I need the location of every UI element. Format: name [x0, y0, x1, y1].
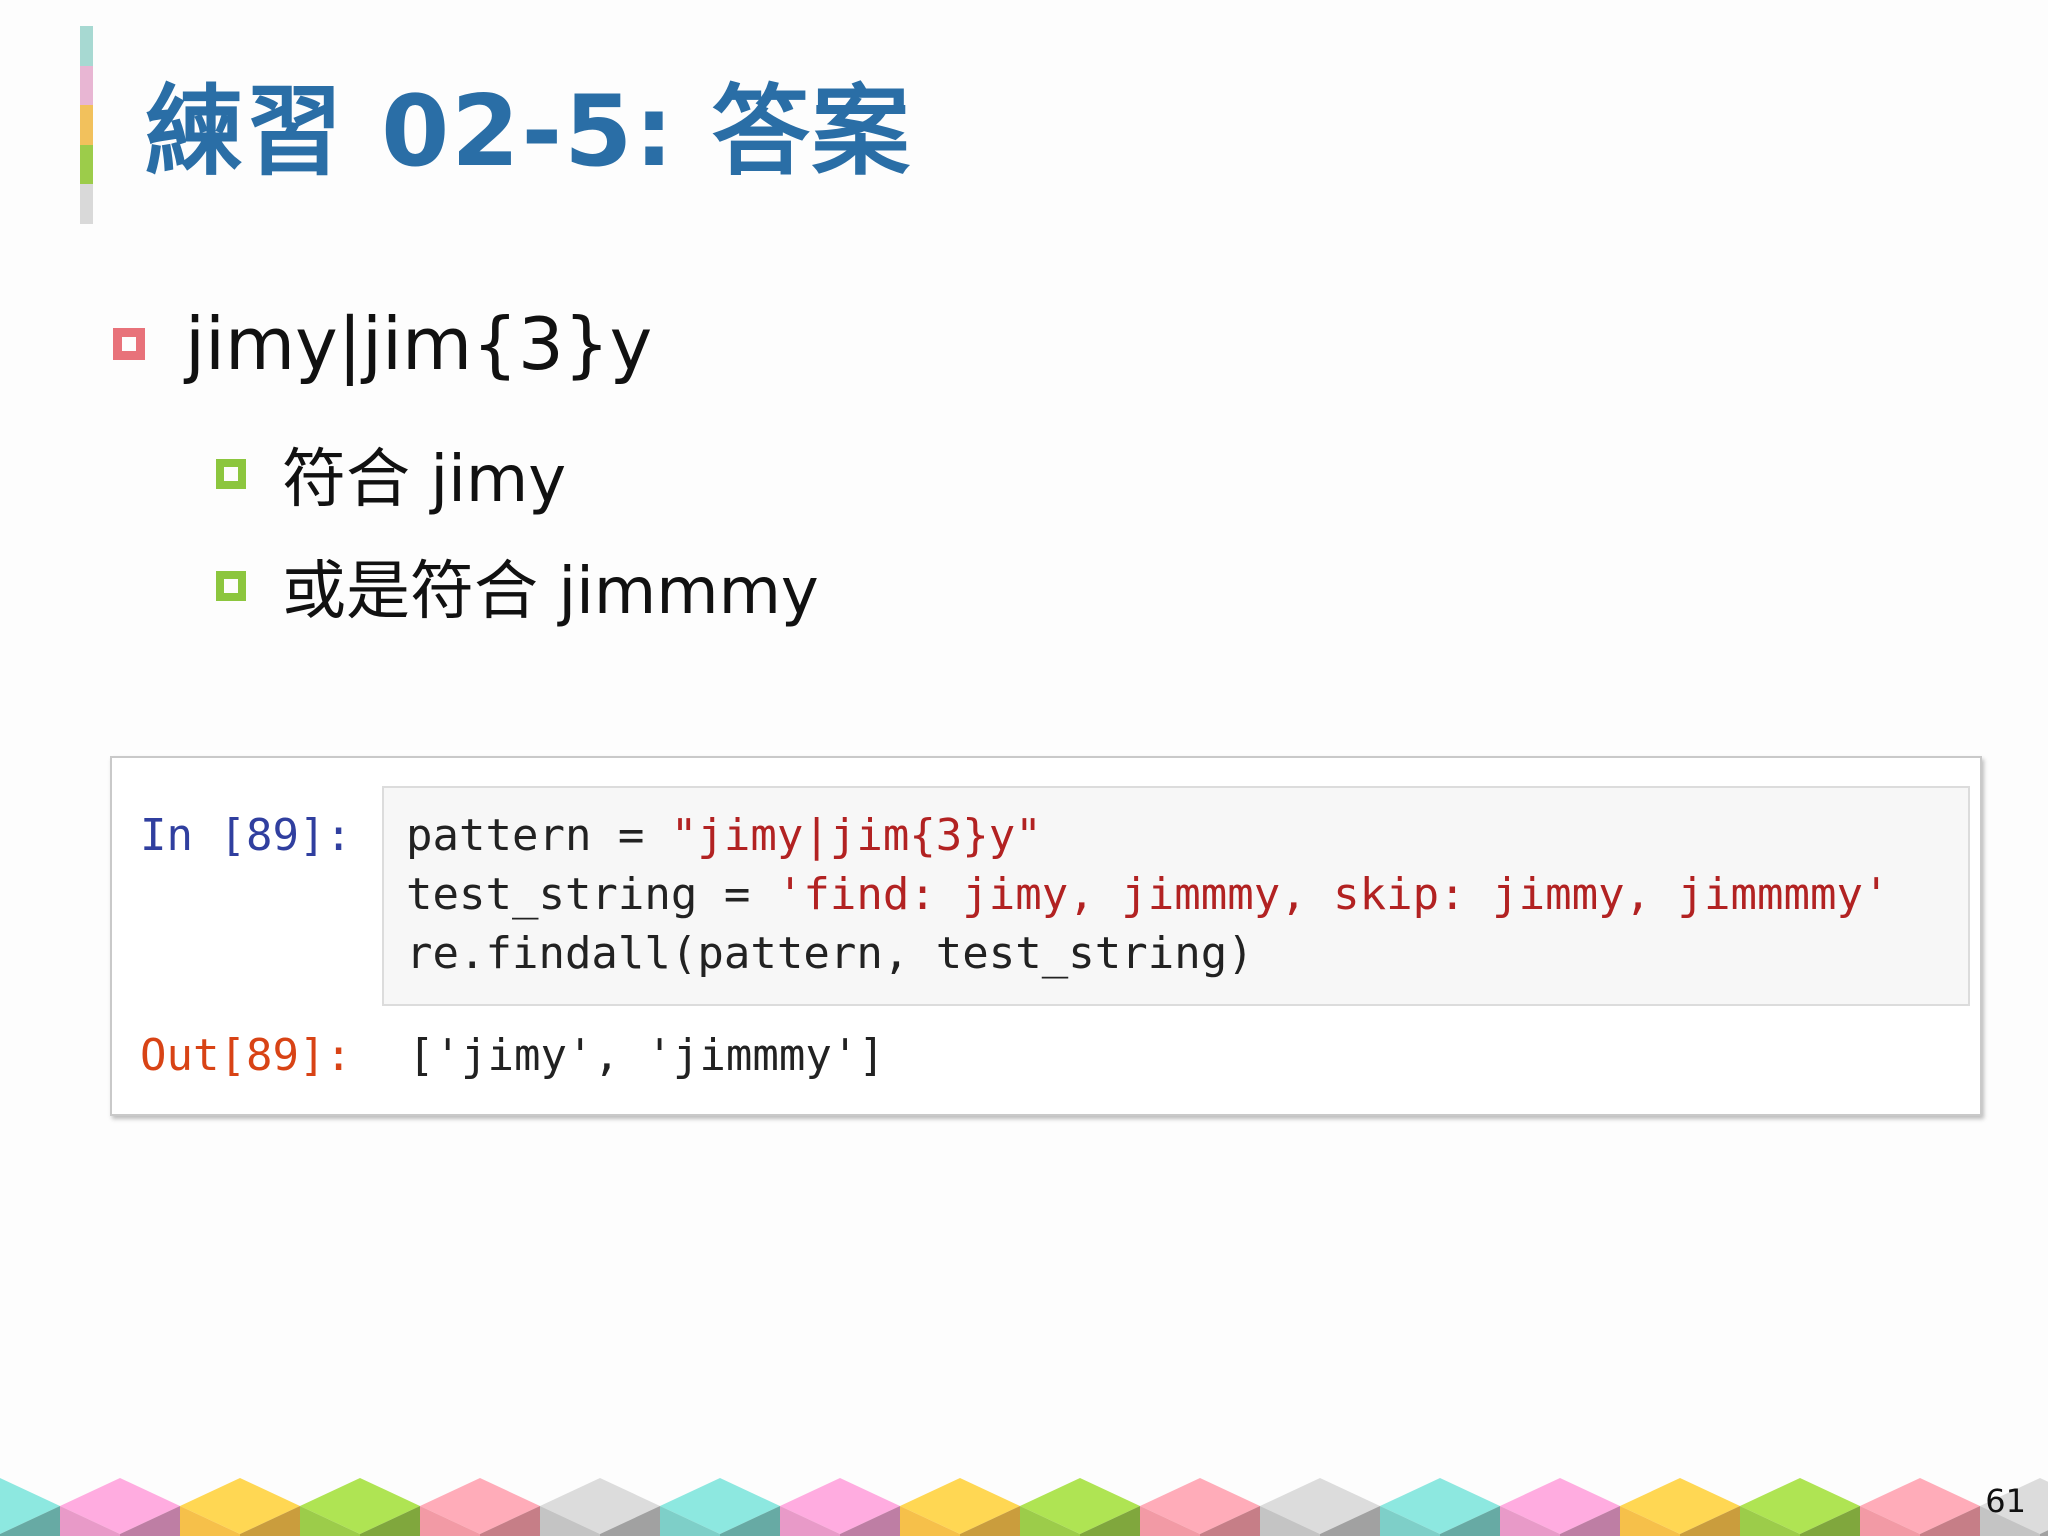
cell-output: ['jimy', 'jimmmy']	[408, 1030, 885, 1081]
out-prompt: Out[89]:	[140, 1030, 352, 1081]
bullet-main: jimy|jim{3}y	[113, 302, 652, 386]
accent-segment	[80, 105, 93, 145]
slide-title: 練習 02-5: 答案	[145, 75, 912, 189]
accent-segment	[80, 144, 93, 185]
code-string: "jimy|jim{3}y"	[670, 810, 1042, 861]
square-bullet-icon	[216, 459, 246, 489]
square-bullet-icon	[113, 328, 145, 360]
code-input-area: pattern = "jimy|jim{3}y" test_string = '…	[382, 786, 1970, 1006]
title-accent-bar	[80, 26, 93, 224]
sub-bullet-2: 或是符合 jimmmy	[216, 540, 819, 632]
code-string: 'find: jimy, jimmmy, skip: jimmy, jimmmm…	[776, 869, 1890, 920]
accent-segment	[80, 184, 93, 224]
notebook-cell: In [89]: pattern = "jimy|jim{3}y" test_s…	[110, 756, 1982, 1116]
accent-segment	[80, 65, 93, 106]
cube-footer-decoration	[0, 1478, 2048, 1536]
page-number: 61	[1985, 1482, 2026, 1520]
accent-segment	[80, 26, 93, 66]
bullet-main-text: jimy|jim{3}y	[185, 302, 653, 386]
code-line: pattern = "jimy|jim{3}y"	[406, 810, 1042, 861]
code-line: re.findall(pattern, test_string)	[406, 928, 1254, 979]
sub-bullet-text: 或是符合 jimmmy	[282, 555, 819, 629]
code-text: test_string =	[406, 869, 777, 920]
code-text: pattern =	[406, 810, 671, 861]
code-line: test_string = 'find: jimy, jimmmy, skip:…	[406, 869, 1889, 920]
square-bullet-icon	[216, 571, 246, 601]
sub-bullet-1: 符合 jimy	[216, 428, 566, 520]
in-prompt: In [89]:	[140, 810, 352, 861]
sub-bullet-text: 符合 jimy	[282, 443, 567, 517]
